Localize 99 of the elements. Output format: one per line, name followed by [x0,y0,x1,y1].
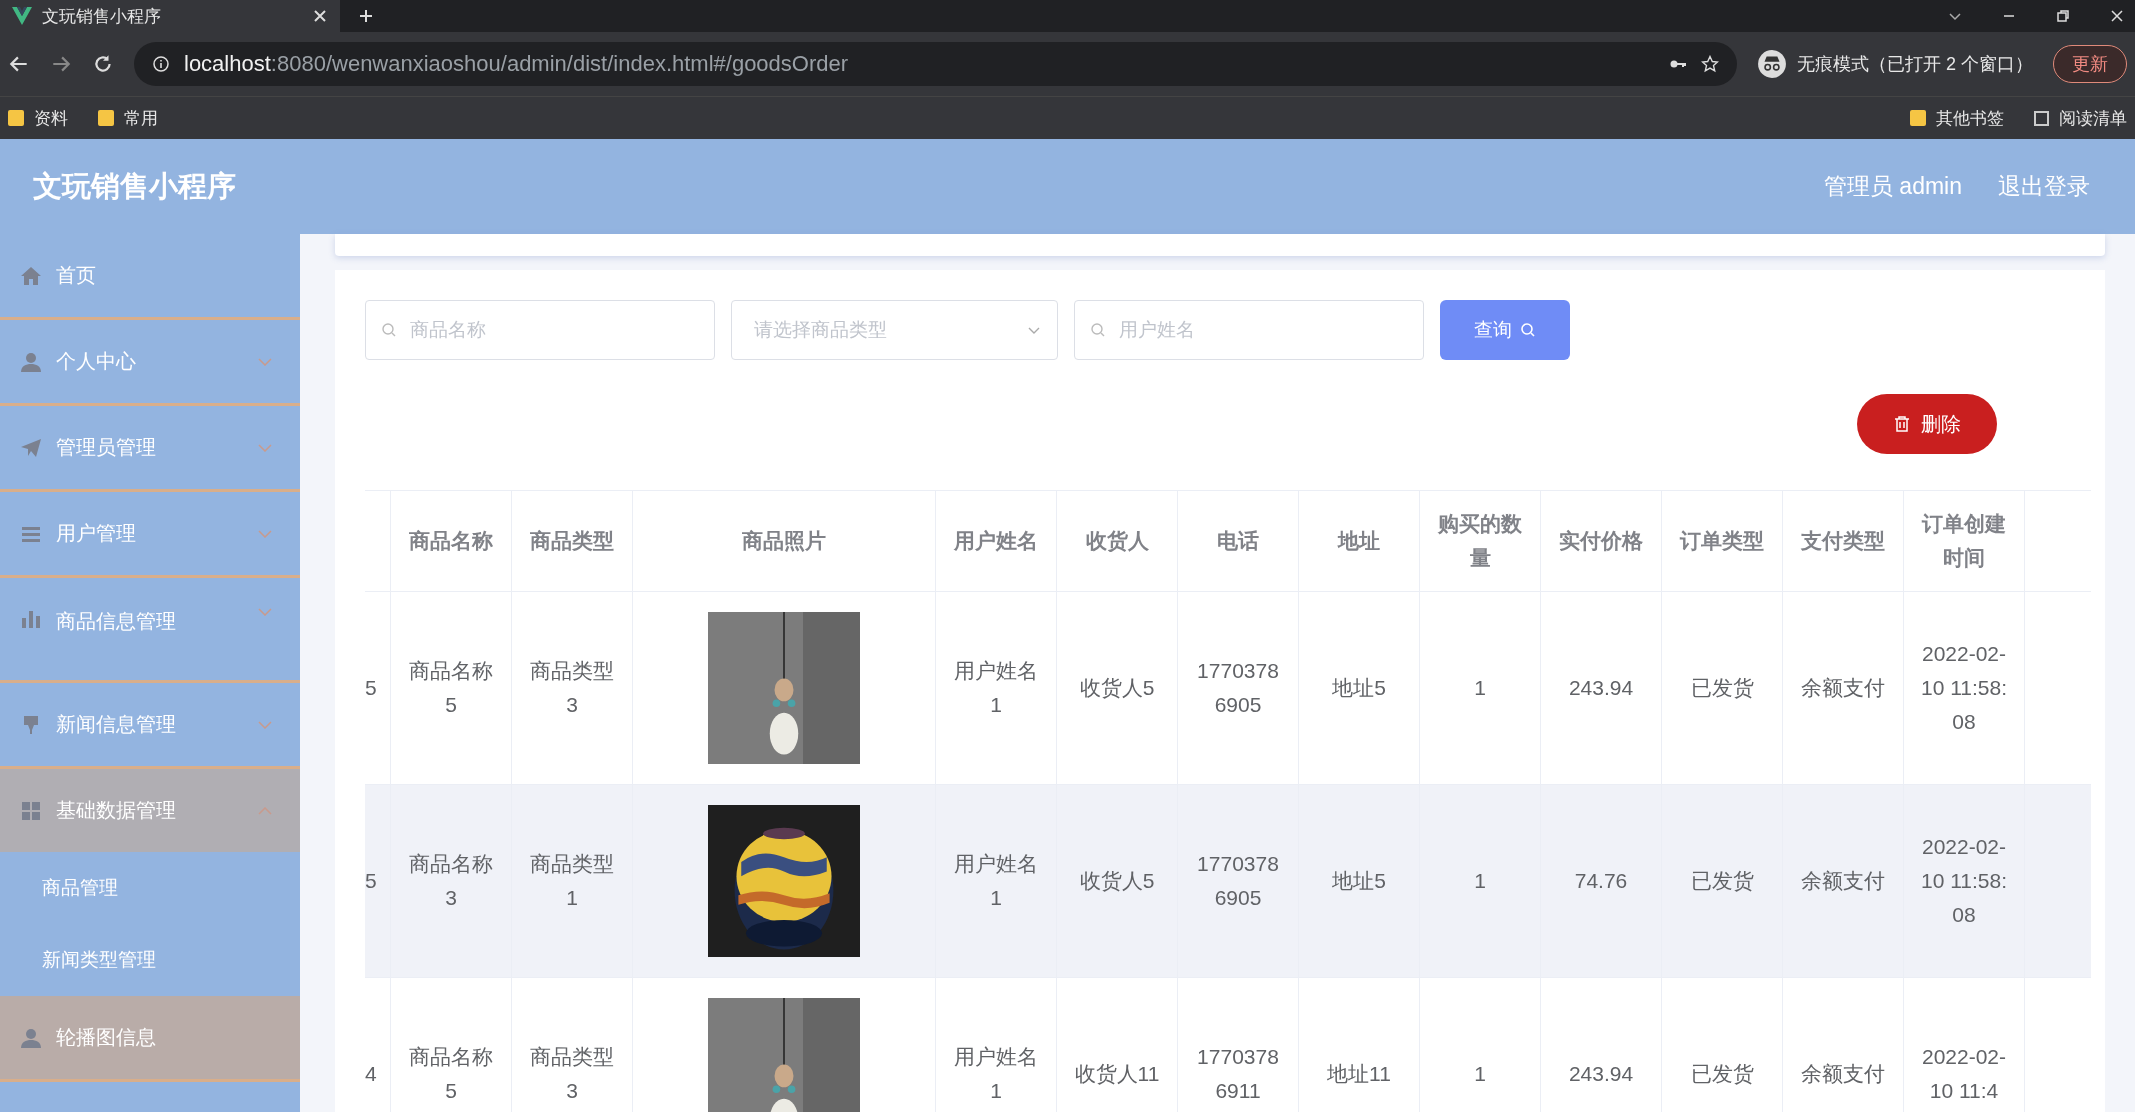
star-icon[interactable] [1701,55,1719,73]
chevron-icon [258,529,272,538]
column-header: 支付类型 [1801,528,1885,554]
info-icon [152,55,170,73]
home-icon [20,264,42,287]
address-bar[interactable]: localhost:8080/wenwanxiaoshou/admin/dist/index.html#/goodsOrder [134,42,1737,86]
price-cell-text: 243.94 [1568,675,1634,701]
incognito-icon [1757,49,1787,79]
payment-type-cell-text: 余额支付 [1801,675,1885,701]
phone-cell-text: 17703786911 [1196,1044,1280,1104]
url-text: localhost:8080/wenwanxiaoshou/admin/dist/index.html#/goodsOrder [184,51,849,77]
receiver-cell-text: 收货人5 [1079,675,1155,701]
incognito-label: 无痕模式（已打开 2 个窗口） [1797,53,2033,76]
trash-icon [1893,415,1911,433]
sidebar-subitem[interactable]: 商品管理 [0,852,300,924]
created-time-cell-text: 2022-02-10 11:58:08 [1920,834,2008,928]
other-bookmarks[interactable]: 其他书签 [1910,106,2004,130]
product-name-cell-text: 商品名称3 [408,851,494,911]
quantity-cell-text: 1 [1474,868,1486,894]
column-header: 电话 [1217,528,1259,554]
order-type-cell-text: 已发货 [1690,868,1754,894]
column-header: 实付价格 [1559,528,1643,554]
product-name-cell-text: 商品名称5 [408,1044,494,1104]
user-name-cell-text: 用户姓名1 [953,851,1039,911]
bar-chart-icon [20,608,42,630]
product-name-field[interactable]: 商品名称 [365,300,715,360]
grid-icon [20,799,42,822]
address-cell-text: 地址5 [1332,868,1386,894]
search-icon [381,322,397,338]
sidebar-item[interactable]: 轮播图信息 [0,996,300,1082]
column-header: 用户姓名 [954,528,1038,554]
bookmark[interactable]: 常用 [98,106,158,130]
sidebar-item[interactable]: 首页 [0,234,300,320]
sidebar-item[interactable]: 基础数据管理 [0,769,300,852]
column-header: 商品照片 [742,528,826,554]
admin-user-label: 管理员 admin [1823,172,1962,201]
receiver-cell-text: 收货人5 [1079,868,1155,894]
user-name-cell-text: 用户姓名1 [953,1044,1039,1104]
reload-icon[interactable] [92,53,114,75]
payment-type-cell-text: 余额支付 [1801,868,1885,894]
v-logo-icon [12,7,32,25]
close-icon[interactable] [2109,8,2125,24]
sidebar-item[interactable]: 个人中心 [0,320,300,406]
reading-list[interactable]: 阅读清单 [2034,106,2127,130]
app-title: 文玩销售小程序 [33,168,236,204]
address-cell-text: 地址5 [1332,675,1386,701]
sidebar-item[interactable]: 用户管理 [0,492,300,578]
table-cell-text: 5 [365,675,377,701]
order-type-cell-text: 已发货 [1690,1061,1754,1087]
product-type-cell-text: 商品类型3 [529,1044,615,1104]
delete-button[interactable]: 删除 [1857,394,1997,454]
sidebar-item[interactable]: 管理员管理 [0,406,300,492]
table-cell-text: 4 [365,1061,377,1087]
price-cell-text: 74.76 [1574,868,1628,894]
chevron-icon [258,443,272,452]
person-icon [20,350,42,373]
search-button[interactable]: 查询 [1440,300,1570,360]
payment-type-cell-text: 余额支付 [1801,1061,1885,1087]
column-header: 地址 [1338,528,1380,554]
chevron-icon [258,720,272,729]
chevron-icon [258,608,272,616]
quantity-cell-text: 1 [1474,1061,1486,1087]
receiver-cell-text: 收货人11 [1074,1061,1160,1087]
column-header: 购买的数量 [1437,511,1523,571]
sidebar-item[interactable]: 商品信息管理 [0,578,300,683]
sidebar-subitem[interactable]: 新闻类型管理 [0,924,300,996]
phone-cell-text: 17703786905 [1196,658,1280,718]
created-time-cell-text: 2022-02-10 11:4 [1920,1044,2008,1104]
new-tab-icon[interactable] [358,8,374,24]
address-cell-text: 地址11 [1327,1061,1391,1087]
user-name-field[interactable]: 用户姓名 [1074,300,1424,360]
chevron-icon [258,806,272,815]
column-header: 订单类型 [1680,528,1764,554]
person-icon [20,1026,42,1049]
update-button[interactable]: 更新 [2053,45,2127,83]
product-type-select[interactable]: 请选择商品类型 [731,300,1058,360]
close-icon[interactable] [312,8,328,24]
browser-tab[interactable]: 文玩销售小程序 [0,0,340,32]
quantity-cell-text: 1 [1474,675,1486,701]
chevron-icon [258,357,272,366]
bookmark[interactable]: 资料 [8,106,68,130]
column-header: 订单创建时间 [1920,511,2007,571]
column-header: 商品类型 [530,528,614,554]
logout-link[interactable]: 退出登录 [1998,171,2090,202]
restore-icon[interactable] [2055,8,2071,24]
phone-cell-text: 17703786905 [1196,851,1280,911]
product-type-cell-text: 商品类型1 [529,851,615,911]
product-name-cell-text: 商品名称5 [408,658,494,718]
price-cell-text: 243.94 [1568,1061,1634,1087]
column-header: 收货人 [1085,528,1149,554]
search-icon [1090,322,1106,338]
paper-plane-icon [20,436,42,459]
column-header: 商品名称 [409,528,493,554]
order-type-cell-text: 已发货 [1690,675,1754,701]
product-type-cell-text: 商品类型3 [529,658,615,718]
created-time-cell-text: 2022-02-10 11:58:08 [1920,641,2008,735]
search-icon [1520,322,1536,338]
user-name-cell-text: 用户姓名1 [953,658,1039,718]
table-cell-text: 5 [365,868,377,894]
